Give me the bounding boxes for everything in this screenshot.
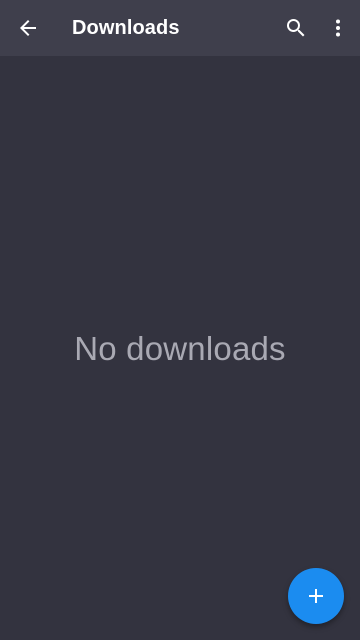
more-vert-icon	[326, 16, 350, 40]
search-icon	[284, 16, 308, 40]
page-title: Downloads	[72, 17, 180, 39]
downloads-screen: Downloads No downloads	[0, 0, 360, 640]
back-button[interactable]	[4, 0, 52, 56]
search-button[interactable]	[272, 0, 320, 56]
empty-state-message: No downloads	[74, 330, 286, 367]
more-options-button[interactable]	[318, 0, 358, 56]
app-bar: Downloads	[0, 0, 360, 56]
plus-icon	[304, 584, 328, 608]
arrow-back-icon	[16, 16, 40, 40]
add-download-button[interactable]	[288, 568, 344, 624]
